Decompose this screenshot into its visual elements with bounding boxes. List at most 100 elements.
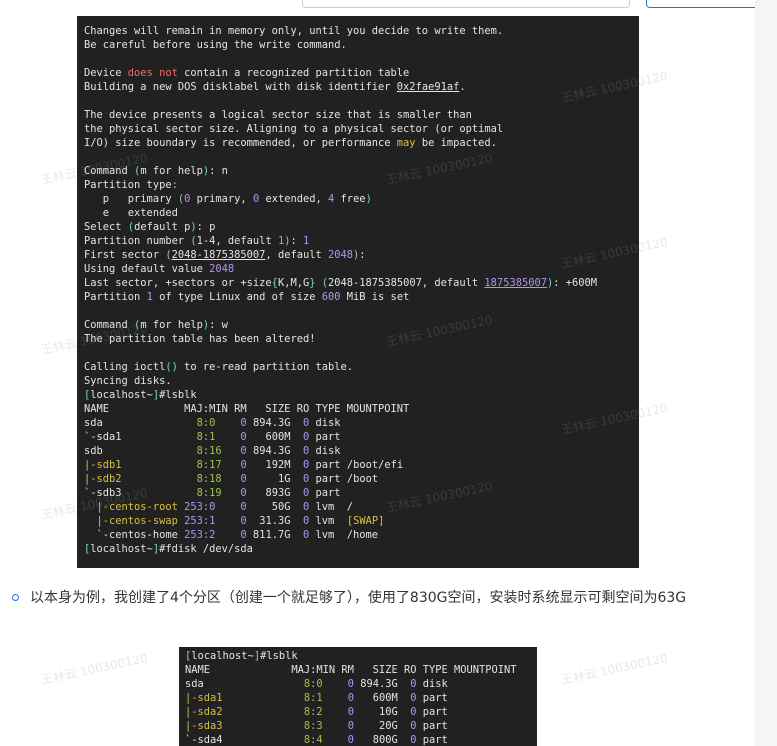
terminal-line: [localhost~]#fdisk /dev/sda <box>84 542 639 556</box>
terminal-text: #lsblk <box>260 650 298 662</box>
terminal-line: `-sda4 8:4 0 800G 0 part <box>185 733 537 746</box>
terminal-text: , default <box>265 249 328 261</box>
terminal-text: 2048-1875385007 <box>171 249 266 261</box>
terminal-text: may <box>396 137 416 149</box>
terminal-text: Be careful before using the write comman… <box>84 39 347 51</box>
terminal-line: sdb 8:16 0 894.3G 0 disk <box>84 444 639 458</box>
terminal-text: The partition table has been altered! <box>84 333 316 345</box>
terminal-line: e extended <box>84 206 639 220</box>
terminal-text: [SWAP] <box>346 515 385 527</box>
terminal-text: part <box>416 720 448 732</box>
terminal-text: 894.3G <box>246 445 303 457</box>
terminal-text: |-centos-root <box>96 501 178 513</box>
terminal-text: : <box>290 235 303 247</box>
terminal-text: `-sdb3 <box>84 487 197 499</box>
terminal-line: Calling ioctl() to re-read partition tab… <box>84 360 639 374</box>
terminal-text: sda <box>185 678 304 690</box>
terminal-text: 893G <box>246 487 303 499</box>
terminal-text: 8:17 <box>196 459 222 471</box>
terminal-text: : +600M <box>553 277 598 289</box>
terminal-line: The partition table has been altered! <box>84 332 639 346</box>
terminal-text: Partition type <box>84 179 172 191</box>
terminal-text: Partition number <box>84 235 191 247</box>
terminal-line: sda 8:0 0 894.3G 0 disk <box>84 416 639 430</box>
terminal-line: Changes will remain in memory only, unti… <box>84 24 639 38</box>
terminal-text: : <box>171 179 178 191</box>
terminal-text: 8:1 <box>303 692 323 704</box>
terminal-text: 8:16 <box>196 445 222 457</box>
terminal-text: 1G <box>246 473 304 485</box>
terminal-text: Command <box>84 165 135 177</box>
terminal-line: |-sda1 8:1 0 600M 0 part <box>185 691 537 705</box>
terminal-line: Using default value 2048 <box>84 262 639 276</box>
terminal-text: 800G <box>353 734 411 746</box>
terminal-text: Select <box>84 221 128 233</box>
watermark: 王林云 100300120 <box>39 650 149 688</box>
terminal-line: Syncing disks. <box>84 374 639 388</box>
terminal-text: First sector <box>84 249 166 261</box>
terminal-text: |-sda2 <box>185 706 223 718</box>
terminal-text: : n <box>209 165 228 177</box>
terminal-text: |-centos-swap <box>96 515 178 527</box>
article-body: Changes will remain in memory only, unti… <box>0 0 755 746</box>
terminal-text: `-sda4 <box>185 734 304 746</box>
terminal-text: : p <box>196 221 216 233</box>
header-button[interactable] <box>646 0 755 8</box>
terminal-text: free <box>334 193 366 205</box>
terminal-line: `-sdb3 8:19 0 893G 0 part <box>84 486 639 500</box>
terminal-text: |-sdb1 <box>84 459 122 471</box>
terminal-text: K,M,G <box>277 277 310 289</box>
terminal-text: part /boot/efi <box>309 459 404 471</box>
terminal-text: localhost~ <box>90 389 153 401</box>
terminal-text: disk <box>309 445 341 457</box>
terminal-text: |-sda1 <box>185 692 223 704</box>
terminal-text: m for help <box>140 165 203 177</box>
terminal-line: sda 8:0 0 894.3G 0 disk <box>185 677 537 691</box>
terminal-text: p primary <box>84 193 178 205</box>
terminal-text: part <box>416 734 448 746</box>
terminal-line: the physical sector size. Aligning to a … <box>84 122 639 136</box>
terminal-text: part /boot <box>309 473 379 485</box>
terminal-text: 8:19 <box>196 487 222 499</box>
terminal-text: #lsblk <box>159 389 197 401</box>
terminal-text: localhost~ <box>90 543 153 555</box>
terminal-line: |-centos-root 253:0 0 50G 0 lvm / <box>84 500 639 514</box>
terminal-text: Last sector, +sectors or +size <box>84 277 272 289</box>
terminal-text: sdb <box>84 445 197 457</box>
terminal-text: to re-read partition table. <box>177 361 354 373</box>
terminal-text: 894.3G <box>353 678 411 690</box>
terminal-text: primary, <box>190 193 253 205</box>
bullet-circle-icon <box>12 594 19 601</box>
terminal-text: |-sda3 <box>185 720 223 732</box>
terminal-line: NAME MAJ:MIN RM SIZE RO TYPE MOUNTPOINT <box>84 402 639 416</box>
terminal-text: m for help <box>140 319 203 331</box>
terminal-line: |-sda2 8:2 0 10G 0 part <box>185 705 537 719</box>
terminal-line: `-sda1 8:1 0 600M 0 part <box>84 430 639 444</box>
terminal-line: Partition number (1-4, default 1): 1 <box>84 234 639 248</box>
terminal-text: I/O) size boundary is recommended, or pe… <box>84 137 397 149</box>
terminal-line: Device does not contain a recognized par… <box>84 66 639 80</box>
terminal-text: ) <box>365 193 372 205</box>
terminal-text: Using default value <box>84 263 210 275</box>
terminal-text: `-centos-home <box>84 529 185 541</box>
terminal-line: `-centos-home 253:2 0 811.7G 0 lvm /home <box>84 528 639 542</box>
list-item-text: 以本身为例，我创建了4个分区（创建一个就足够了），使用了830G空间，安装时系统… <box>30 590 687 606</box>
terminal-text: 253:1 <box>184 515 216 527</box>
terminal-text: 1-4, default <box>196 235 278 247</box>
terminal-line: Building a new DOS disklabel with disk i… <box>84 80 639 94</box>
search-input[interactable] <box>302 0 630 8</box>
terminal-text: 600 <box>321 291 341 303</box>
terminal-text: lvm <box>309 515 347 527</box>
terminal-text: disk <box>416 678 448 690</box>
terminal-text: does not <box>127 67 178 79</box>
